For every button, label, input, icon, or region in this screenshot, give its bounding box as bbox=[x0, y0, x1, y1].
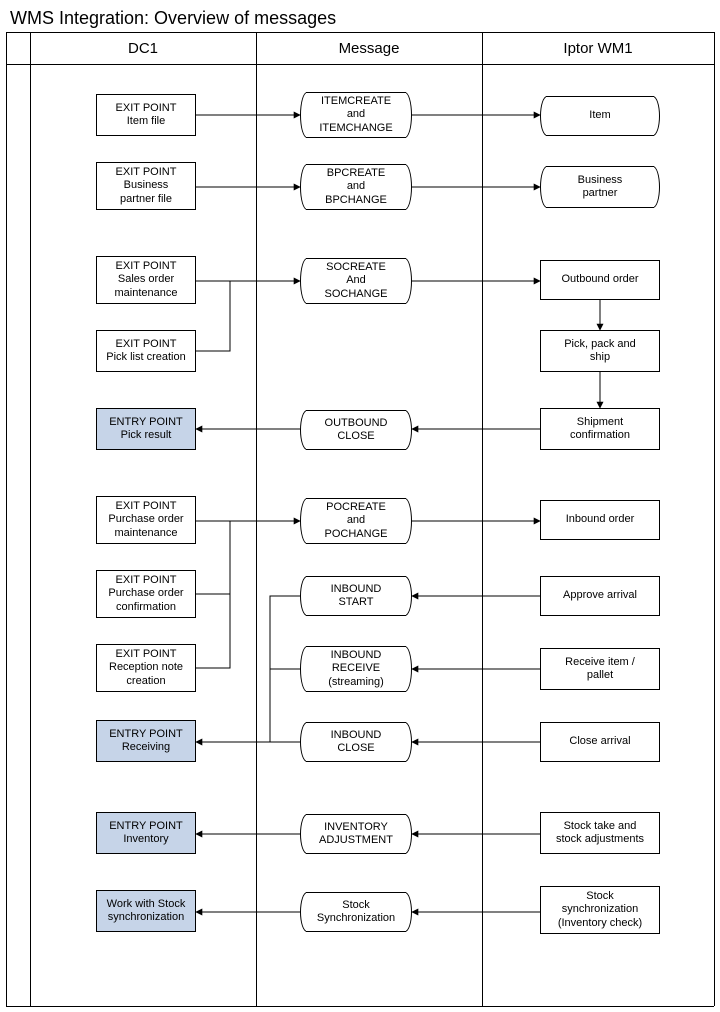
dc1-inventory: ENTRY POINTInventory bbox=[96, 812, 196, 854]
wm1-item: Item bbox=[540, 96, 660, 136]
dc1-so-maint: EXIT POINTSales ordermaintenance bbox=[96, 256, 196, 304]
wm1-ppship: Pick, pack andship bbox=[540, 330, 660, 372]
msg-inclose: INBOUNDCLOSE bbox=[300, 722, 412, 762]
wm1-shipconf: Shipmentconfirmation bbox=[540, 408, 660, 450]
dc1-po-confirm: EXIT POINTPurchase orderconfirmation bbox=[96, 570, 196, 618]
wm1-apprarr: Approve arrival bbox=[540, 576, 660, 616]
dc1-stocksync: Work with Stocksynchronization bbox=[96, 890, 196, 932]
wm1-bp: Businesspartner bbox=[540, 166, 660, 208]
dc1-po-maint: EXIT POINTPurchase ordermaintenance bbox=[96, 496, 196, 544]
wm1-outorder: Outbound order bbox=[540, 260, 660, 300]
diagram-page: WMS Integration: Overview of messages DC… bbox=[0, 0, 720, 1012]
msg-po: POCREATEandPOCHANGE bbox=[300, 498, 412, 544]
page-title: WMS Integration: Overview of messages bbox=[10, 8, 336, 29]
msg-stksync: StockSynchronization bbox=[300, 892, 412, 932]
dc1-receiving: ENTRY POINTReceiving bbox=[96, 720, 196, 762]
col-header-message: Message bbox=[256, 40, 482, 57]
msg-outclose: OUTBOUNDCLOSE bbox=[300, 410, 412, 450]
msg-item: ITEMCREATEandITEMCHANGE bbox=[300, 92, 412, 138]
col-header-dc1: DC1 bbox=[30, 40, 256, 57]
wm1-closearr: Close arrival bbox=[540, 722, 660, 762]
dc1-picklist: EXIT POINTPick list creation bbox=[96, 330, 196, 372]
col-header-iptor: Iptor WM1 bbox=[482, 40, 714, 57]
wm1-stksync: Stocksynchronization(Inventory check) bbox=[540, 886, 660, 934]
dc1-pickresult: ENTRY POINTPick result bbox=[96, 408, 196, 450]
dc1-bp-file: EXIT POINTBusinesspartner file bbox=[96, 162, 196, 210]
msg-invadj: INVENTORYADJUSTMENT bbox=[300, 814, 412, 854]
wm1-recvitem: Receive item /pallet bbox=[540, 648, 660, 690]
msg-inrecv: INBOUNDRECEIVE(streaming) bbox=[300, 646, 412, 692]
msg-bp: BPCREATEandBPCHANGE bbox=[300, 164, 412, 210]
wm1-inorder: Inbound order bbox=[540, 500, 660, 540]
msg-instart: INBOUNDSTART bbox=[300, 576, 412, 616]
dc1-recnote: EXIT POINTReception notecreation bbox=[96, 644, 196, 692]
msg-so: SOCREATEAndSOCHANGE bbox=[300, 258, 412, 304]
wm1-stktake: Stock take andstock adjustments bbox=[540, 812, 660, 854]
dc1-item-file: EXIT POINTItem file bbox=[96, 94, 196, 136]
